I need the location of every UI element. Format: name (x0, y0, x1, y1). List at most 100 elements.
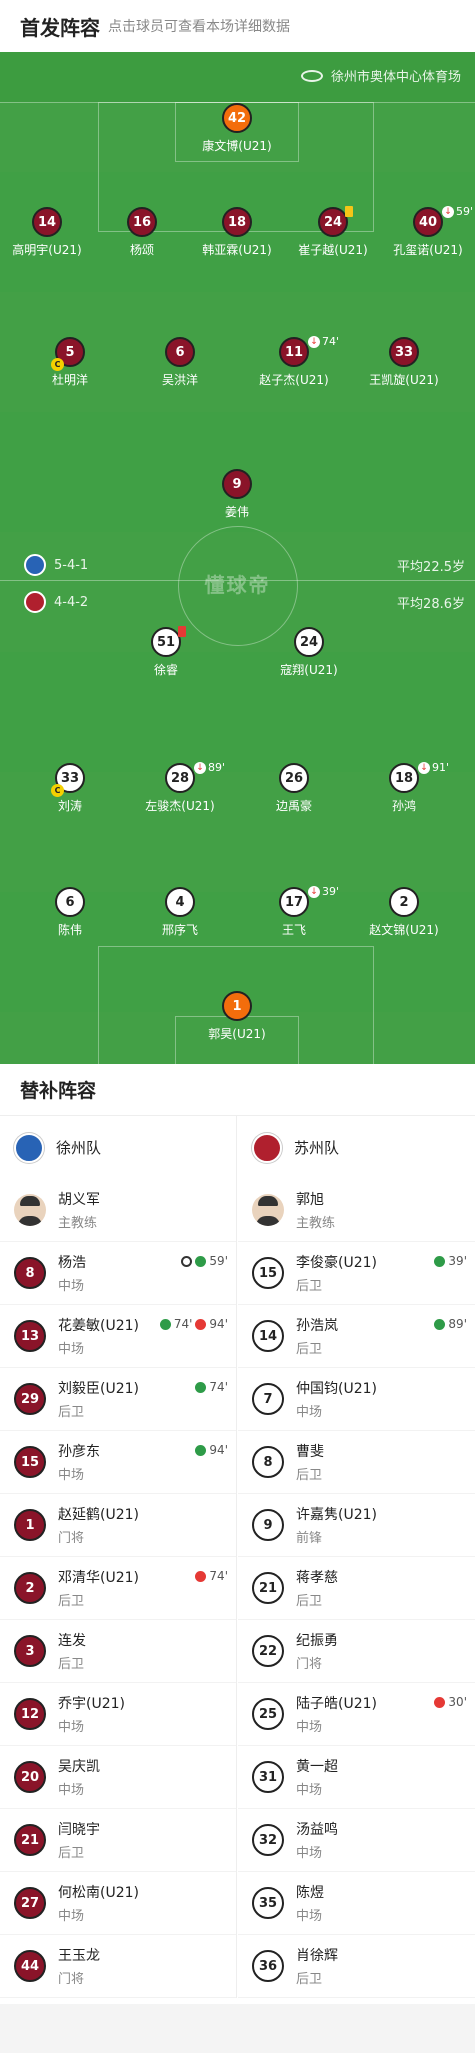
player-position: 门将 (296, 1657, 323, 1672)
sub-event: 74' 94' (159, 1317, 228, 1331)
player-number: 31 (252, 1761, 284, 1793)
player-number: 21 (14, 1824, 46, 1856)
sub-event: 74' (195, 1569, 228, 1583)
player-name: 曹斐 (296, 1444, 324, 1460)
away-sub-row[interactable]: 7 仲国钧(U21) 中场 (238, 1368, 475, 1431)
lineup-header: 首发阵容 点击球员可查看本场详细数据 (0, 0, 475, 52)
player-home-0[interactable]: 42 康文博(U21) (177, 103, 297, 154)
player-name: 汤益鸣 (296, 1822, 338, 1838)
away-sub-row[interactable]: 8 曹斐 后卫 (238, 1431, 475, 1494)
home-sub-row[interactable]: 15 孙彦东 中场 94' (0, 1431, 236, 1494)
yellow-card-icon (345, 206, 353, 217)
player-position: 后卫 (296, 1342, 323, 1357)
sub-in-icon (159, 1318, 171, 1330)
away-sub-row[interactable]: 21 蒋孝慈 后卫 (238, 1557, 475, 1620)
player-away-8[interactable]: 17 王飞 ↓ 39' (234, 885, 354, 938)
sub-out-event: ↓ 91' (418, 761, 449, 774)
sub-event: 39' (434, 1254, 467, 1268)
home-sub-row[interactable]: 8 杨浩 中场 59' (0, 1242, 236, 1305)
player-away-3[interactable]: 28 左骏杰(U21) ↓ 89' (120, 761, 240, 814)
away-sub-row[interactable]: 25 陆子皓(U21) 中场 30' (238, 1683, 475, 1746)
player-name: 花姜敏(U21) (58, 1318, 139, 1334)
home-sub-row[interactable]: 20 吴庆凯 中场 (0, 1746, 236, 1809)
avatar (252, 1194, 284, 1226)
sub-out-event: ↓ 89' (194, 761, 225, 774)
player-name: 蒋孝慈 (296, 1570, 338, 1586)
player-away-0[interactable]: 51 徐睿 (106, 626, 226, 678)
player-number: 13 (14, 1320, 46, 1352)
home-team-logo (14, 1132, 44, 1163)
substitutes-section: 替补阵容 徐州队 胡义军 主教练 8 杨浩 中场 59' 13 花姜敏(U21) 中场 74' 9… (0, 1064, 475, 2004)
player-away-6[interactable]: 6 陈伟 (10, 887, 130, 938)
home-coach[interactable]: 胡义军 主教练 (0, 1179, 236, 1242)
sub-event: 30' (434, 1695, 467, 1709)
player-away-1[interactable]: 24 寇翔(U21) (249, 627, 369, 678)
player-away-9[interactable]: 2 赵文锦(U21) (344, 887, 464, 938)
player-home-6[interactable]: 5C 杜明洋 (10, 337, 130, 388)
player-away-10[interactable]: 1 郭昊(U21) (177, 991, 297, 1042)
player-name: 闫晓宇 (58, 1822, 100, 1838)
player-position: 后卫 (296, 1279, 323, 1294)
stadium-icon (300, 69, 323, 82)
sub-out-event: ↓ 74' (308, 335, 339, 348)
away-sub-row[interactable]: 15 李俊豪(U21) 后卫 39' (238, 1242, 475, 1305)
player-home-8[interactable]: 11 赵子杰(U21) ↓ 74' (234, 335, 354, 388)
player-number: 2 (14, 1572, 46, 1604)
player-home-5[interactable]: 40 孔玺诺(U21) ↓ 59' (368, 205, 475, 258)
player-name: 李俊豪(U21) (296, 1255, 377, 1271)
away-sub-row[interactable]: 35 陈煜 中场 (238, 1872, 475, 1935)
player-position: 前锋 (296, 1531, 323, 1546)
player-name: 刘毅臣(U21) (58, 1381, 139, 1397)
player-away-2[interactable]: 33 C 刘涛 (10, 763, 130, 814)
player-name: 孙浩岚 (296, 1318, 338, 1334)
avatar (14, 1194, 46, 1226)
sub-out-icon: ↓ (308, 885, 320, 898)
sub-event: 89' (434, 1317, 467, 1331)
away-sub-row[interactable]: 14 孙浩岚 后卫 89' (238, 1305, 475, 1368)
home-sub-row[interactable]: 44 王玉龙 门将 (0, 1935, 236, 1998)
sub-in-icon (195, 1381, 207, 1393)
home-avg-age: 平均22.5岁 (397, 560, 465, 575)
sub-out-event: ↓ 59' (442, 205, 473, 218)
home-sub-row[interactable]: 21 闫晓宇 后卫 (0, 1809, 236, 1872)
player-name: 仲国钧(U21) (296, 1381, 377, 1397)
player-home-9[interactable]: 33 王凯旋(U21) (344, 337, 464, 388)
sub-in-icon (195, 1444, 207, 1456)
sub-event: 59' (181, 1254, 228, 1268)
player-number: 15 (252, 1257, 284, 1289)
away-sub-row[interactable]: 31 黄一超 中场 (238, 1746, 475, 1809)
player-position: 门将 (58, 1531, 85, 1546)
home-team-logo (24, 554, 46, 576)
substitutes-title: 替补阵容 (0, 1064, 475, 1116)
player-number: 8 (252, 1446, 284, 1478)
player-number: 20 (14, 1761, 46, 1793)
away-team-row: 苏州队 (238, 1116, 475, 1179)
player-name: 何松南(U21) (58, 1885, 139, 1901)
player-number: 35 (252, 1887, 284, 1919)
player-away-4[interactable]: 26 边禹豪 (234, 763, 354, 814)
player-name: 陈煜 (296, 1885, 324, 1901)
captain-icon: C (51, 784, 64, 797)
away-sub-row[interactable]: 32 汤益鸣 中场 (238, 1809, 475, 1872)
home-sub-row[interactable]: 12 乔宇(U21) 中场 (0, 1683, 236, 1746)
away-coach[interactable]: 郭旭 主教练 (238, 1179, 475, 1242)
sub-event: 74' (195, 1380, 228, 1394)
player-away-5[interactable]: 18 孙鸿 ↓ 91' (344, 761, 464, 814)
home-sub-row[interactable]: 3 连发 后卫 (0, 1620, 236, 1683)
home-sub-row[interactable]: 13 花姜敏(U21) 中场 74' 94' (0, 1305, 236, 1368)
sub-out-event: ↓ 39' (308, 885, 339, 898)
away-sub-row[interactable]: 36 肖徐辉 后卫 (238, 1935, 475, 1998)
player-home-7[interactable]: 6 吴洪洋 (120, 337, 240, 388)
away-sub-row[interactable]: 9 许嘉隽(U21) 前锋 (238, 1494, 475, 1557)
player-number: 36 (252, 1950, 284, 1982)
home-sub-row[interactable]: 1 赵延鹤(U21) 门将 (0, 1494, 236, 1557)
player-home-10[interactable]: 9 姜伟 (177, 469, 297, 520)
home-sub-row[interactable]: 29 刘毅臣(U21) 后卫 74' (0, 1368, 236, 1431)
home-sub-row[interactable]: 27 何松南(U21) 中场 (0, 1872, 236, 1935)
player-name: 肖徐辉 (296, 1948, 338, 1964)
sub-out-icon: ↓ (308, 335, 320, 348)
home-sub-row[interactable]: 2 邓清华(U21) 后卫 74' (0, 1557, 236, 1620)
lineup-title: 首发阵容 (20, 15, 100, 40)
player-away-7[interactable]: 4 邢序飞 (120, 887, 240, 938)
away-sub-row[interactable]: 22 纪振勇 门将 (238, 1620, 475, 1683)
